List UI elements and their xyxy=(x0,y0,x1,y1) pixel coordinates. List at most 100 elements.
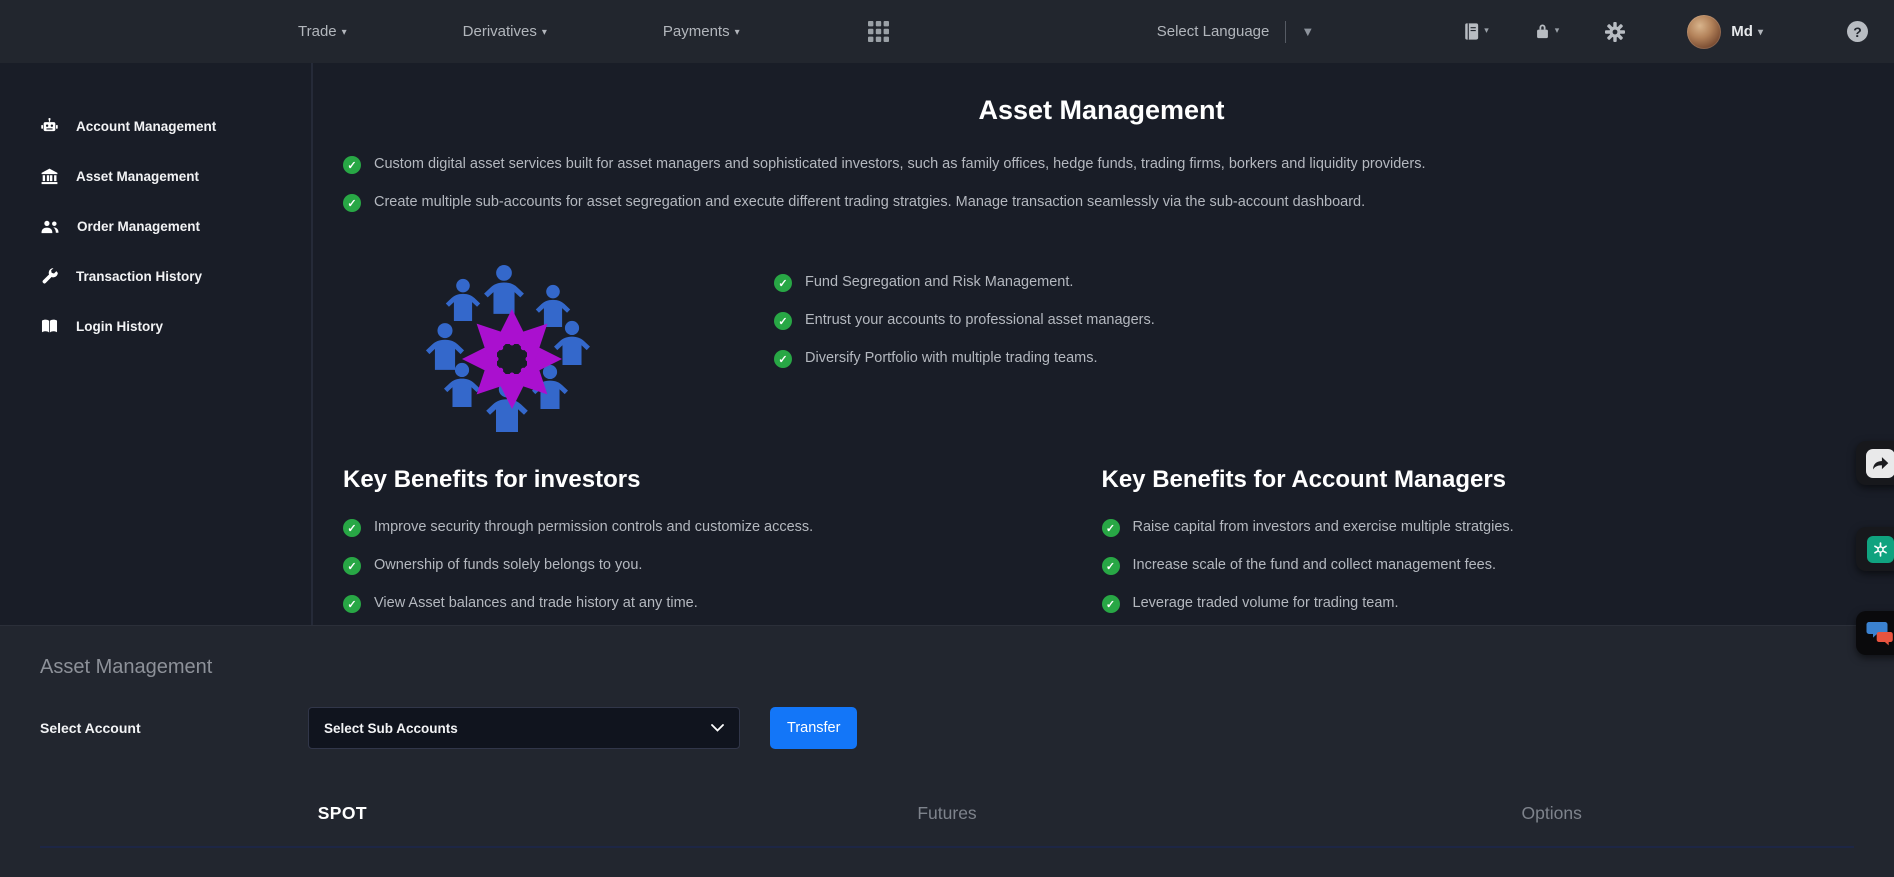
help-button[interactable]: ? xyxy=(1847,21,1868,42)
book-icon xyxy=(41,319,58,332)
feature-text: Fund Segregation and Risk Management. xyxy=(805,274,1074,290)
feature-bullet: ✓ Fund Segregation and Risk Management. xyxy=(774,274,1155,292)
check-icon: ✓ xyxy=(343,156,361,174)
check-icon: ✓ xyxy=(774,312,792,330)
share-widget-button[interactable] xyxy=(1856,441,1894,485)
language-selector[interactable]: Select Language ▼ xyxy=(1156,20,1315,43)
chevron-down-icon: ▾ xyxy=(1484,25,1489,35)
benefit-bullet: ✓ Raise capital from investors and exerc… xyxy=(1101,519,1861,537)
question-icon: ? xyxy=(1853,23,1862,40)
benefits-managers-heading: Key Benefits for Account Managers xyxy=(1101,466,1507,493)
avatar[interactable] xyxy=(1687,14,1722,49)
feature-bullet: ✓ Diversify Portfolio with multiple trad… xyxy=(774,350,1155,368)
settings-button[interactable] xyxy=(1605,21,1626,42)
transfer-form: Select Account Select Sub Accounts Trans… xyxy=(40,707,1854,749)
page-content: Asset Management ✓ Custom digital asset … xyxy=(313,63,1894,625)
chevron-down-icon: ▾ xyxy=(734,27,740,38)
security-lock-button[interactable]: ▾ xyxy=(1533,22,1560,41)
benefit-bullet: ✓ View Asset balances and trade history … xyxy=(343,595,1102,613)
navbar-right: Select Language ▼ ▾ ▾ Md ▾ ? xyxy=(1156,14,1894,49)
check-icon: ✓ xyxy=(343,519,361,537)
grid-icon xyxy=(867,21,889,42)
chatgpt-icon xyxy=(1866,535,1894,563)
gear-icon xyxy=(1605,21,1626,42)
check-icon: ✓ xyxy=(343,595,361,613)
feature-bullet: ✓ Entrust your accounts to professional … xyxy=(774,312,1155,330)
benefits-investors: Key Benefits for investors ✓ Improve sec… xyxy=(343,466,1102,633)
intro-text: Custom digital asset services built for … xyxy=(374,156,1426,172)
bank-icon xyxy=(41,168,58,184)
share-icon xyxy=(1865,448,1894,478)
market-tabs: SPOT Futures Options xyxy=(40,803,1854,824)
sidebar-item-label: Transaction History xyxy=(76,268,203,284)
check-icon: ✓ xyxy=(343,194,361,212)
sub-accounts-select-value: Select Sub Accounts xyxy=(324,720,458,736)
check-icon: ✓ xyxy=(1101,519,1120,537)
apps-grid-button[interactable] xyxy=(867,21,889,42)
benefit-text: Increase scale of the fund and collect m… xyxy=(1132,557,1497,573)
transfer-button[interactable]: Transfer xyxy=(770,707,858,749)
benefit-text: Leverage traded volume for trading team. xyxy=(1132,595,1399,611)
menu-derivatives[interactable]: Derivatives ▾ xyxy=(463,23,547,40)
intro-text: Create multiple sub-accounts for asset s… xyxy=(374,194,1366,210)
tab-spot[interactable]: SPOT xyxy=(40,803,645,824)
sidebar-item-transaction-history[interactable]: Transaction History xyxy=(0,251,311,301)
benefits-managers: Key Benefits for Account Managers ✓ Rais… xyxy=(1101,466,1861,633)
chatgpt-widget-button[interactable] xyxy=(1856,527,1894,571)
check-icon: ✓ xyxy=(1101,557,1120,575)
user-menu[interactable]: Md ▾ xyxy=(1731,23,1763,40)
main-menu: Trade ▾ Derivatives ▾ Payments ▾ xyxy=(298,23,740,40)
page-title: Asset Management xyxy=(978,95,1225,125)
panel-heading: Asset Management xyxy=(40,656,213,678)
language-label: Select Language xyxy=(1156,23,1270,40)
top-navbar: Trade ▾ Derivatives ▾ Payments ▾ Select Lan… xyxy=(0,0,1894,63)
benefit-text: Raise capital from investors and exercis… xyxy=(1132,519,1514,535)
triangle-down-icon: ▼ xyxy=(1301,24,1315,39)
robot-icon xyxy=(41,117,58,131)
sub-accounts-select[interactable]: Select Sub Accounts xyxy=(308,707,740,749)
check-icon: ✓ xyxy=(343,557,361,575)
check-icon: ✓ xyxy=(1101,595,1120,613)
benefits-section: Key Benefits for investors ✓ Improve sec… xyxy=(343,466,1860,633)
users-icon xyxy=(41,220,59,233)
sidebar-item-label: Login History xyxy=(76,318,163,334)
sidebar-item-label: Account Management xyxy=(76,118,217,134)
team-network-illustration xyxy=(431,258,626,436)
intro-bullet: ✓ Custom digital asset services built fo… xyxy=(343,156,1860,174)
chevron-down-icon: ▾ xyxy=(1554,25,1560,35)
journal-icon xyxy=(1465,23,1479,40)
benefit-bullet: ✓ Improve security through permission co… xyxy=(343,519,1102,537)
benefits-investors-heading: Key Benefits for investors xyxy=(343,466,641,493)
sidebar-item-asset-management[interactable]: Asset Management xyxy=(0,151,311,201)
sidebar-item-order-management[interactable]: Order Management xyxy=(0,201,311,251)
intro-bullet: ✓ Create multiple sub-accounts for asset… xyxy=(343,194,1860,212)
check-icon: ✓ xyxy=(774,274,792,292)
orders-journal-button[interactable]: ▾ xyxy=(1462,22,1489,41)
benefit-bullet: ✓ Increase scale of the fund and collect… xyxy=(1101,557,1861,575)
benefit-text: Improve security through permission cont… xyxy=(374,519,814,535)
chevron-down-icon: ▾ xyxy=(1757,27,1763,38)
feature-text: Diversify Portfolio with multiple tradin… xyxy=(805,350,1098,366)
sidebar: Account Management Asset Management Orde… xyxy=(0,63,313,625)
chat-bubbles-icon xyxy=(1866,622,1893,646)
divider xyxy=(1285,20,1287,43)
select-account-label: Select Account xyxy=(40,720,141,736)
chevron-down-icon: ▾ xyxy=(341,27,347,38)
chat-widget-button[interactable] xyxy=(1856,611,1894,655)
sidebar-item-label: Order Management xyxy=(77,218,201,234)
menu-trade[interactable]: Trade ▾ xyxy=(298,23,347,40)
sidebar-item-login-history[interactable]: Login History xyxy=(0,301,311,351)
tab-options[interactable]: Options xyxy=(1249,803,1854,824)
tabs-divider xyxy=(40,846,1854,848)
wrench-icon xyxy=(42,267,58,283)
lock-icon xyxy=(1536,24,1548,39)
chevron-down-icon: ▾ xyxy=(541,27,547,38)
transfer-panel: Asset Management Select Account Select S… xyxy=(0,625,1894,877)
benefit-text: Ownership of funds solely belongs to you… xyxy=(374,557,643,573)
tab-futures[interactable]: Futures xyxy=(645,803,1250,824)
menu-payments[interactable]: Payments ▾ xyxy=(663,23,740,40)
feature-text: Entrust your accounts to professional as… xyxy=(805,312,1155,328)
sidebar-item-account-management[interactable]: Account Management xyxy=(0,101,311,151)
radiating-arrows-icon xyxy=(462,309,562,409)
benefit-bullet: ✓ Ownership of funds solely belongs to y… xyxy=(343,557,1102,575)
